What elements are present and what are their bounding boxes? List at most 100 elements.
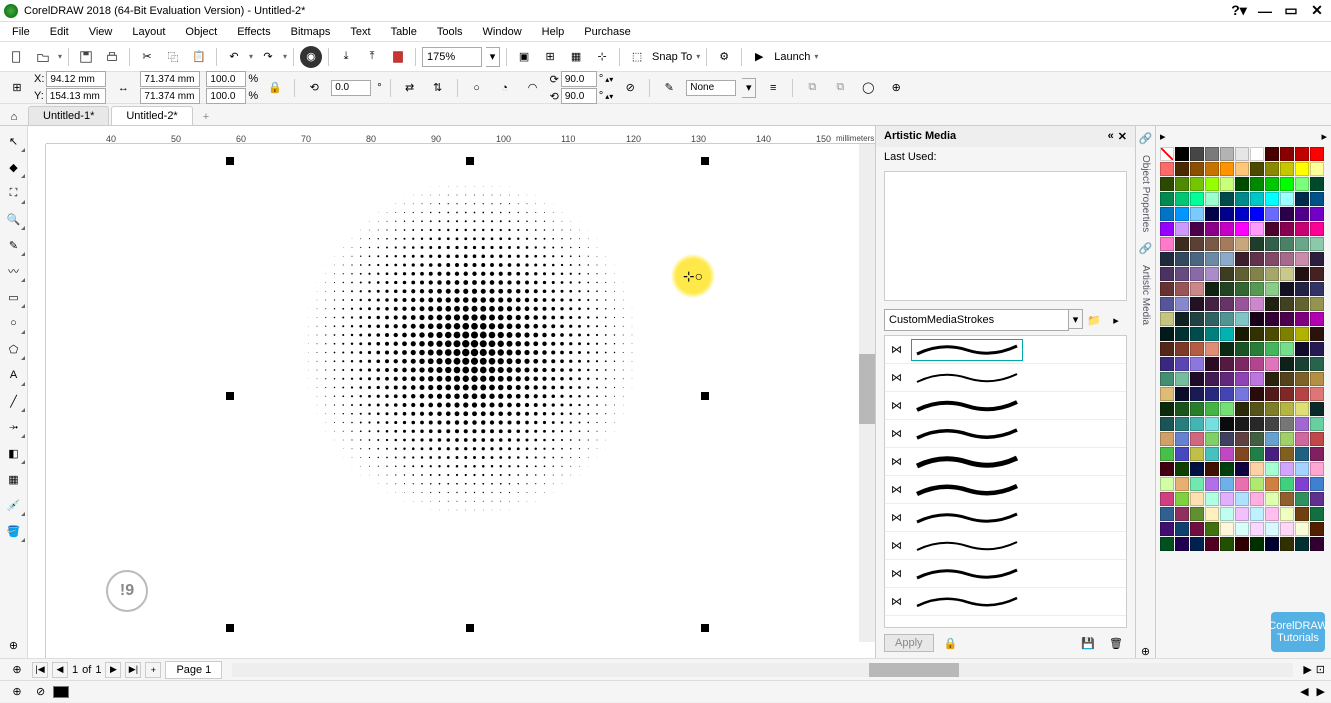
color-swatch[interactable]: [1310, 462, 1324, 476]
color-swatch[interactable]: [1295, 522, 1309, 536]
color-swatch[interactable]: [1310, 477, 1324, 491]
color-swatch[interactable]: [1205, 327, 1219, 341]
color-swatch[interactable]: [1280, 312, 1294, 326]
color-swatch[interactable]: [1265, 432, 1279, 446]
lock-ratio-icon[interactable]: 🔒: [264, 77, 286, 99]
color-swatch[interactable]: [1295, 507, 1309, 521]
color-swatch[interactable]: [1175, 207, 1189, 221]
search-content-icon[interactable]: ◉: [300, 46, 322, 68]
color-swatch[interactable]: [1295, 537, 1309, 551]
back-minus-front-icon[interactable]: ⧉: [829, 77, 851, 99]
color-swatch[interactable]: [1160, 357, 1174, 371]
color-swatch[interactable]: [1295, 417, 1309, 431]
color-swatch[interactable]: [1190, 492, 1204, 506]
stroke-item[interactable]: ⋈: [885, 560, 1126, 588]
color-swatch[interactable]: [1220, 312, 1234, 326]
color-swatch[interactable]: [1190, 237, 1204, 251]
delete-stroke-icon[interactable]: 🗑: [1105, 632, 1127, 654]
color-swatch[interactable]: [1175, 282, 1189, 296]
selection-handle[interactable]: [466, 157, 474, 165]
color-swatch[interactable]: [1250, 192, 1264, 206]
color-swatch[interactable]: [1295, 177, 1309, 191]
selection-handle[interactable]: [226, 392, 234, 400]
color-swatch[interactable]: [1310, 342, 1324, 356]
color-swatch[interactable]: [1310, 447, 1324, 461]
color-swatch[interactable]: [1190, 327, 1204, 341]
color-swatch[interactable]: [1235, 432, 1249, 446]
color-swatch[interactable]: [1190, 462, 1204, 476]
selection-handle[interactable]: [226, 624, 234, 632]
color-swatch[interactable]: [1250, 462, 1264, 476]
last-page-button[interactable]: ▶|: [125, 662, 141, 678]
color-swatch[interactable]: [1265, 357, 1279, 371]
color-swatch[interactable]: [1235, 357, 1249, 371]
color-swatch[interactable]: [1310, 147, 1324, 161]
color-swatch[interactable]: [1250, 522, 1264, 536]
color-swatch[interactable]: [1250, 147, 1264, 161]
color-swatch[interactable]: [1190, 342, 1204, 356]
selection-handle[interactable]: [701, 392, 709, 400]
direction-icon[interactable]: ⊘: [619, 77, 641, 99]
color-swatch[interactable]: [1235, 267, 1249, 281]
cut-icon[interactable]: ✂: [136, 46, 158, 68]
color-swatch[interactable]: [1265, 507, 1279, 521]
color-swatch[interactable]: [1160, 492, 1174, 506]
color-swatch[interactable]: [1160, 282, 1174, 296]
color-swatch[interactable]: [1295, 372, 1309, 386]
color-swatch[interactable]: [1295, 147, 1309, 161]
color-swatch[interactable]: [1235, 387, 1249, 401]
snap-off-icon[interactable]: ⬚: [626, 46, 648, 68]
docker-add-icon[interactable]: ⊕: [1141, 645, 1150, 658]
color-swatch[interactable]: [1190, 537, 1204, 551]
fill-tool-icon[interactable]: 🪣: [2, 519, 26, 543]
color-swatch[interactable]: [1190, 282, 1204, 296]
stroke-item[interactable]: ⋈: [885, 532, 1126, 560]
docker-close-icon[interactable]: ✕: [1118, 130, 1127, 143]
color-swatch[interactable]: [1220, 342, 1234, 356]
color-swatch[interactable]: [1310, 357, 1324, 371]
color-swatch[interactable]: [1280, 387, 1294, 401]
color-swatch[interactable]: [1250, 477, 1264, 491]
color-swatch[interactable]: [1280, 507, 1294, 521]
menu-help[interactable]: Help: [532, 24, 575, 40]
color-swatch[interactable]: [1280, 447, 1294, 461]
drawing-area[interactable]: 40 50 60 70 80 90 100 110 120 130 140 15…: [28, 126, 875, 658]
color-swatch[interactable]: [1280, 237, 1294, 251]
transparency-tool-icon[interactable]: ▦: [2, 467, 26, 491]
stroke-item[interactable]: ⋈: [885, 504, 1126, 532]
color-swatch[interactable]: [1220, 297, 1234, 311]
color-swatch[interactable]: [1250, 222, 1264, 236]
color-swatch[interactable]: [1220, 282, 1234, 296]
color-swatch[interactable]: [1205, 312, 1219, 326]
stroke-item[interactable]: ⋈: [885, 336, 1126, 364]
color-swatch[interactable]: [1220, 372, 1234, 386]
zoom-input[interactable]: [422, 47, 482, 67]
color-swatch[interactable]: [1175, 252, 1189, 266]
color-swatch[interactable]: [1235, 177, 1249, 191]
scroll-right-icon[interactable]: ▶: [1303, 663, 1311, 676]
palette-scroll-left-icon[interactable]: ◀: [1300, 685, 1308, 698]
docker-link-icon[interactable]: 🔗: [1139, 132, 1153, 145]
color-swatch[interactable]: [1190, 417, 1204, 431]
color-swatch[interactable]: [1310, 522, 1324, 536]
color-swatch[interactable]: [1175, 222, 1189, 236]
color-swatch[interactable]: [1190, 522, 1204, 536]
color-swatch[interactable]: [1265, 342, 1279, 356]
color-swatch[interactable]: [1280, 372, 1294, 386]
help-icon[interactable]: ?▾: [1229, 3, 1249, 19]
ellipse-tool-icon[interactable]: ○: [2, 311, 26, 335]
color-swatch[interactable]: [1160, 162, 1174, 176]
color-swatch[interactable]: [1175, 162, 1189, 176]
color-swatch[interactable]: [1205, 162, 1219, 176]
color-swatch[interactable]: [1175, 432, 1189, 446]
color-swatch[interactable]: [1190, 192, 1204, 206]
color-swatch[interactable]: [1310, 252, 1324, 266]
color-swatch[interactable]: [1175, 507, 1189, 521]
height-input[interactable]: [140, 88, 200, 104]
selection-handle[interactable]: [701, 157, 709, 165]
color-swatch[interactable]: [1205, 447, 1219, 461]
color-swatch[interactable]: [1175, 357, 1189, 371]
selection-handle[interactable]: [226, 157, 234, 165]
color-swatch[interactable]: [1205, 177, 1219, 191]
color-swatch[interactable]: [1235, 492, 1249, 506]
